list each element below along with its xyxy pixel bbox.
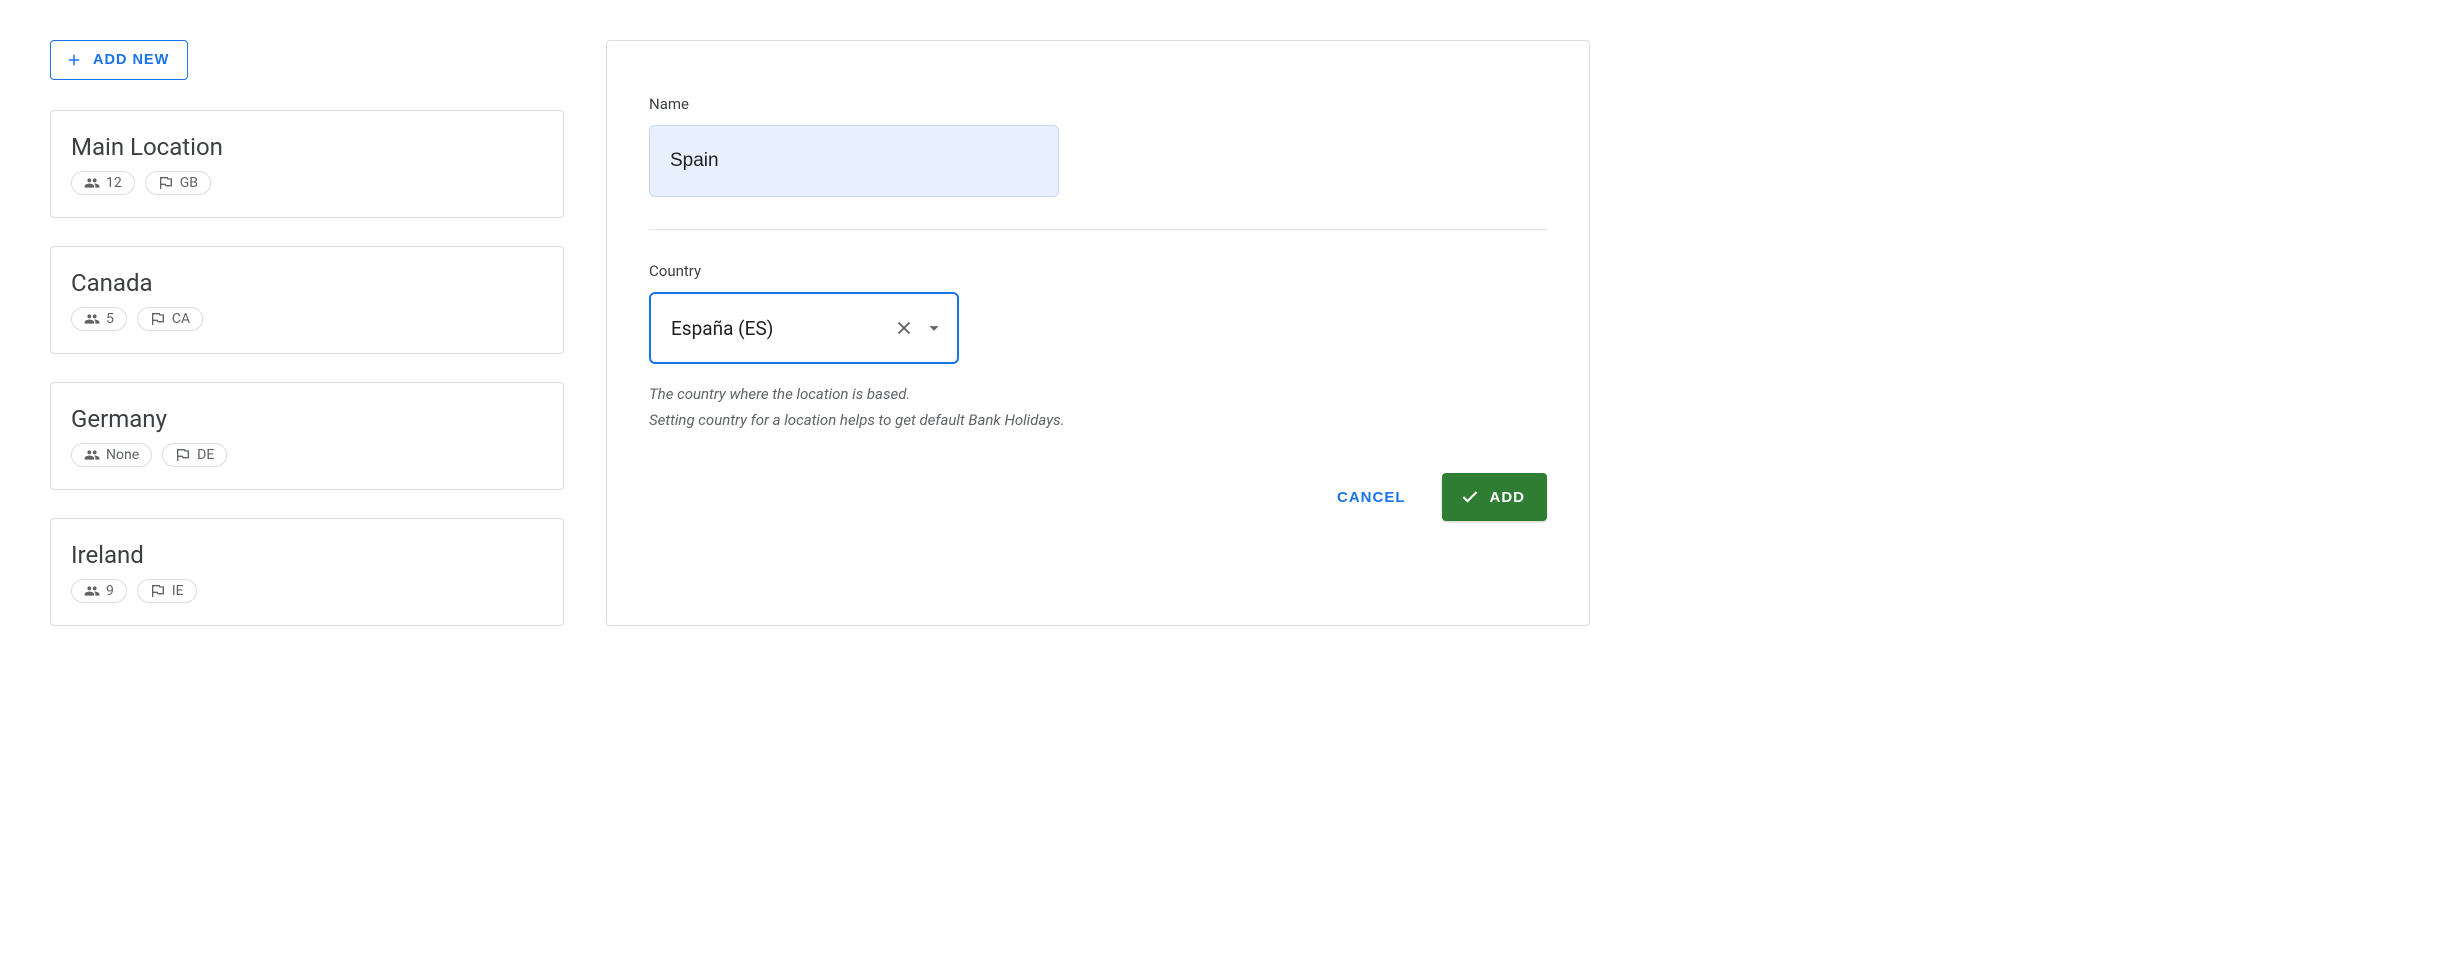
add-label: ADD — [1490, 489, 1526, 506]
people-icon — [84, 447, 100, 463]
location-title: Canada — [71, 269, 543, 297]
country-chip: GB — [145, 171, 211, 195]
location-chip-row: 5 CA — [71, 307, 543, 331]
people-chip: 12 — [71, 171, 135, 195]
location-card[interactable]: Germany None DE — [50, 382, 564, 490]
country-chip: CA — [137, 307, 203, 331]
clear-icon[interactable] — [893, 317, 915, 339]
people-icon — [84, 583, 100, 599]
form-actions: CANCEL ADD — [649, 473, 1547, 521]
helper-line: The country where the location is based. — [649, 382, 1547, 408]
location-title: Main Location — [71, 133, 543, 161]
location-chip-row: 12 GB — [71, 171, 543, 195]
location-list: Main Location 12 GB Canada — [50, 110, 564, 626]
people-count: 12 — [106, 175, 122, 191]
name-label: Name — [649, 95, 1547, 113]
country-code: DE — [197, 447, 214, 463]
country-code: IE — [172, 583, 184, 599]
people-icon — [84, 175, 100, 191]
helper-line: Setting country for a location helps to … — [649, 408, 1547, 434]
people-count: 5 — [106, 311, 114, 327]
divider — [649, 229, 1547, 230]
name-field-group: Name — [649, 95, 1547, 197]
chevron-down-icon[interactable] — [923, 317, 945, 339]
flag-icon — [158, 175, 174, 191]
cancel-button[interactable]: CANCEL — [1329, 477, 1414, 518]
name-input[interactable] — [649, 125, 1059, 197]
plus-icon — [65, 51, 83, 69]
country-value: España (ES) — [671, 317, 885, 340]
location-chip-row: 9 IE — [71, 579, 543, 603]
flag-icon — [150, 583, 166, 599]
country-field-group: Country España (ES) The country where th… — [649, 262, 1547, 433]
left-column: ADD NEW Main Location 12 GB Canada — [50, 40, 564, 626]
people-chip: 9 — [71, 579, 127, 603]
people-count: None — [106, 447, 139, 463]
add-new-button[interactable]: ADD NEW — [50, 40, 188, 80]
people-chip: 5 — [71, 307, 127, 331]
flag-icon — [150, 311, 166, 327]
flag-icon — [175, 447, 191, 463]
cancel-label: CANCEL — [1337, 489, 1406, 506]
location-card[interactable]: Ireland 9 IE — [50, 518, 564, 626]
country-code: CA — [172, 311, 190, 327]
country-label: Country — [649, 262, 1547, 280]
location-title: Ireland — [71, 541, 543, 569]
country-chip: IE — [137, 579, 197, 603]
add-button[interactable]: ADD — [1442, 473, 1548, 521]
location-chip-row: None DE — [71, 443, 543, 467]
people-chip: None — [71, 443, 152, 467]
location-card[interactable]: Canada 5 CA — [50, 246, 564, 354]
people-icon — [84, 311, 100, 327]
country-helper-text: The country where the location is based.… — [649, 382, 1547, 433]
people-count: 9 — [106, 583, 114, 599]
add-new-label: ADD NEW — [93, 52, 169, 68]
location-form-panel: Name Country España (ES) The country whe… — [606, 40, 1590, 626]
country-code: GB — [180, 175, 198, 191]
country-select[interactable]: España (ES) — [649, 292, 959, 364]
check-icon — [1460, 487, 1480, 507]
country-chip: DE — [162, 443, 227, 467]
location-card[interactable]: Main Location 12 GB — [50, 110, 564, 218]
location-title: Germany — [71, 405, 543, 433]
